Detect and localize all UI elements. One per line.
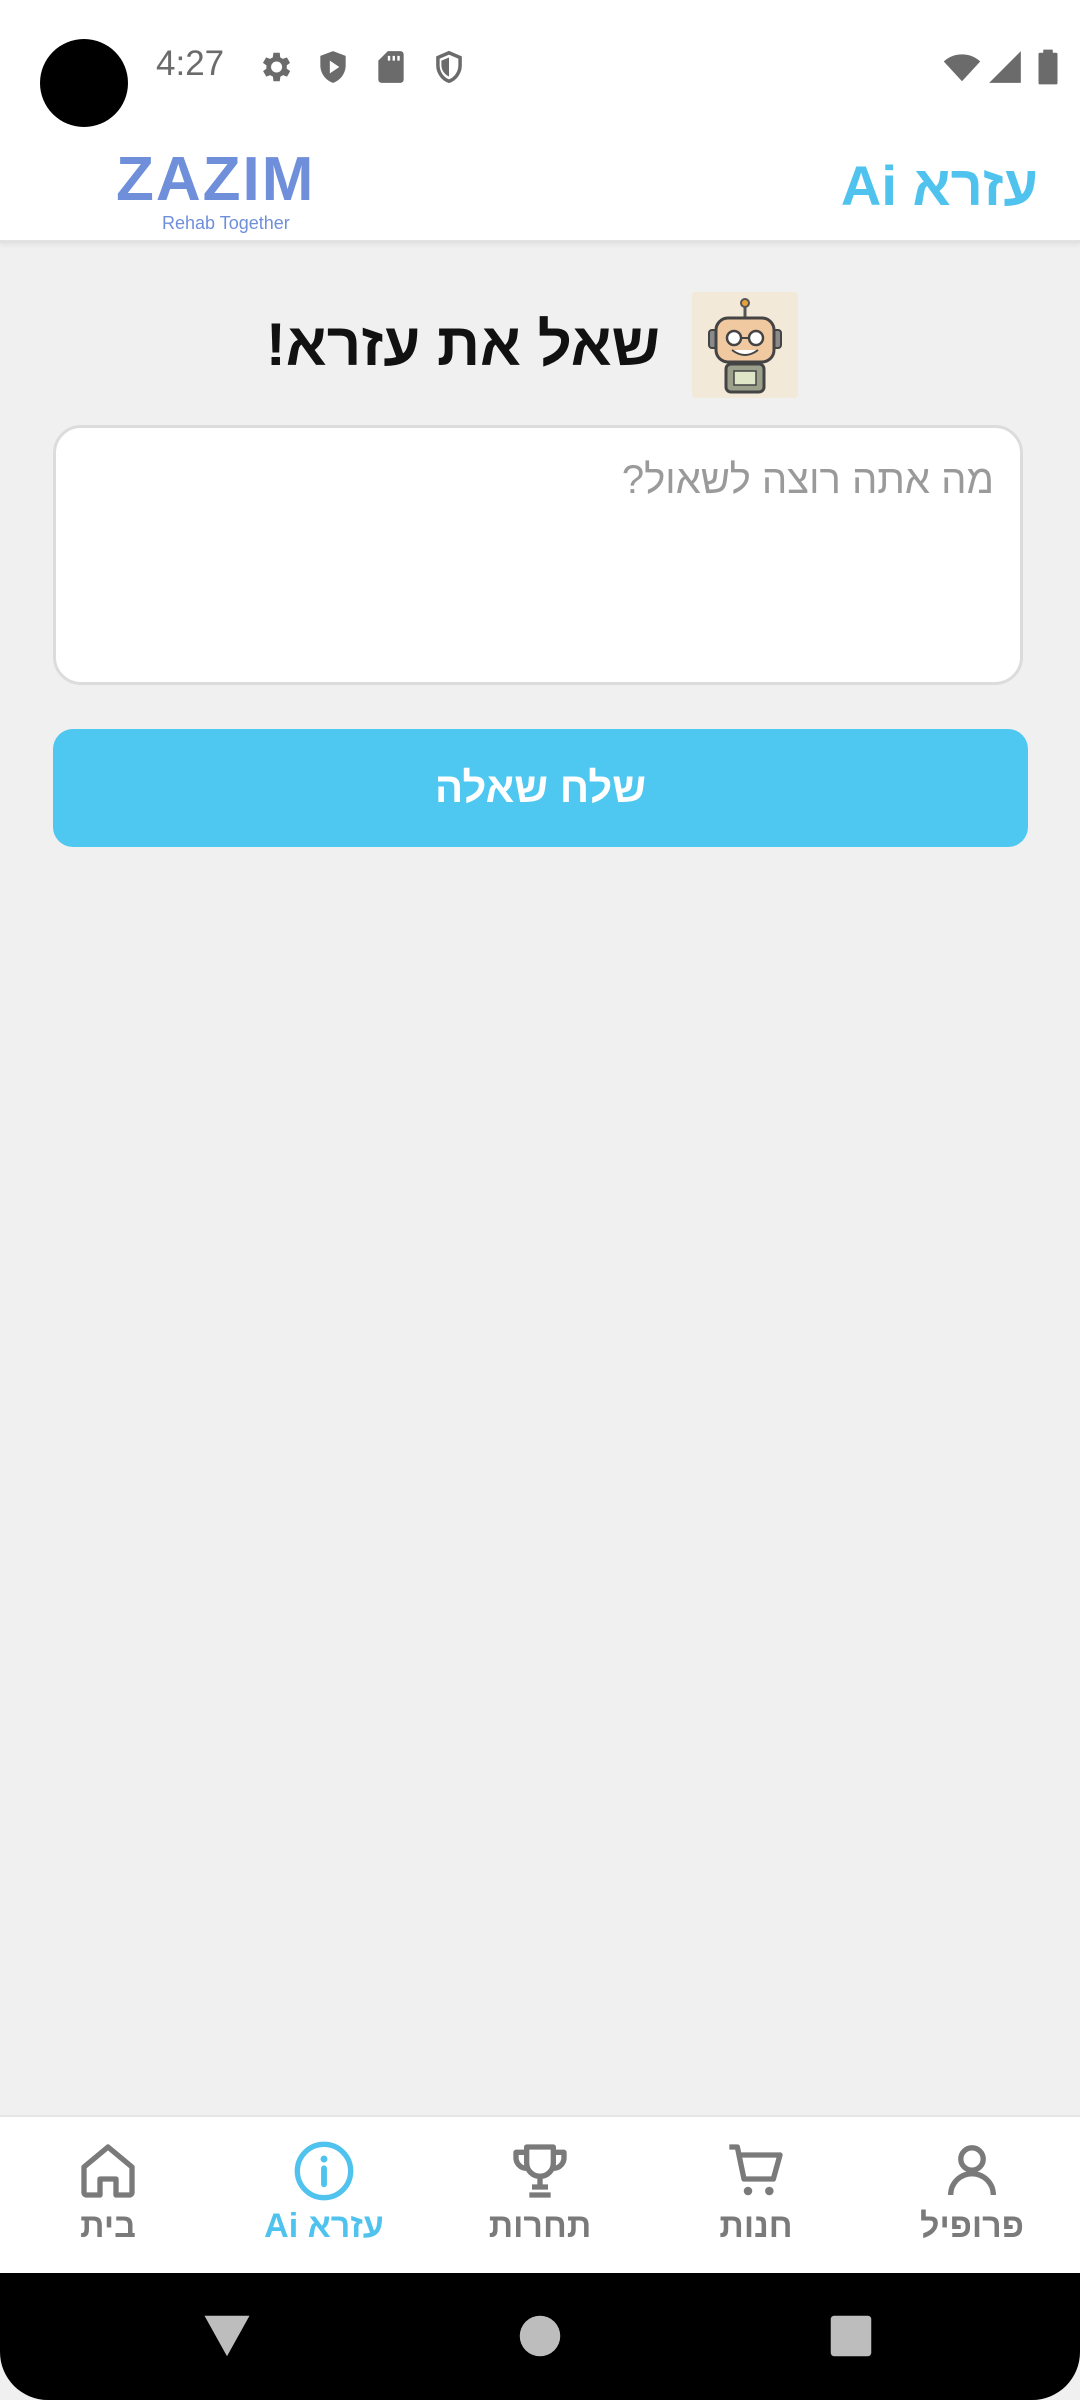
person-icon (948, 2145, 996, 2196)
page-title: עזרא Ai (840, 154, 1038, 217)
nav-item-ezra-ai[interactable]: עזרא Ai (216, 2117, 432, 2275)
ask-title: שאל את עזרא! (265, 311, 660, 378)
bottom-nav: בית עזרא Ai תחרות חנות פרופיל (0, 2115, 1080, 2275)
nav-item-home[interactable]: בית (0, 2117, 216, 2275)
recents-icon[interactable] (824, 2309, 878, 2363)
system-nav-bar (0, 2273, 1080, 2400)
wifi-icon (943, 54, 981, 82)
home-icon (81, 2144, 135, 2198)
nav-label-ezra-ai: עזרא Ai (264, 2207, 384, 2245)
shield-icon (436, 50, 462, 84)
status-bar: 4:27 (0, 0, 1080, 135)
ask-heading-row: שאל את עזרא! (0, 292, 1080, 400)
question-input[interactable] (53, 425, 1023, 685)
nav-item-store[interactable]: חנות (648, 2117, 864, 2275)
settings-icon (262, 52, 291, 82)
nav-label-home: בית (80, 2207, 136, 2245)
camera-cutout (40, 39, 128, 127)
send-question-button[interactable]: שלח שאלה (53, 729, 1028, 847)
battery-icon (1038, 49, 1058, 85)
nav-item-profile[interactable]: פרופיל (864, 2117, 1080, 2275)
app-header: ZAZIM Rehab Together עזרא Ai (0, 135, 1080, 243)
nav-item-competition[interactable]: תחרות (432, 2117, 648, 2275)
trophy-icon (513, 2144, 567, 2198)
cell-signal-icon (989, 51, 1021, 83)
zazim-logo[interactable]: ZAZIM Rehab Together (116, 145, 340, 234)
cart-icon (729, 2144, 783, 2196)
play-shield-icon (320, 51, 346, 83)
info-icon (294, 2141, 354, 2201)
back-icon[interactable] (200, 2309, 254, 2363)
nav-label-profile: פרופיל (920, 2207, 1024, 2245)
logo-text: ZAZIM (116, 145, 316, 214)
nav-label-competition: תחרות (488, 2207, 592, 2245)
status-time: 4:27 (156, 44, 225, 83)
logo-tagline: Rehab Together (162, 213, 290, 233)
sd-card-icon (378, 51, 404, 83)
nav-label-store: חנות (719, 2207, 793, 2245)
home-button-icon[interactable] (513, 2309, 567, 2363)
robot-avatar-icon (692, 292, 798, 398)
